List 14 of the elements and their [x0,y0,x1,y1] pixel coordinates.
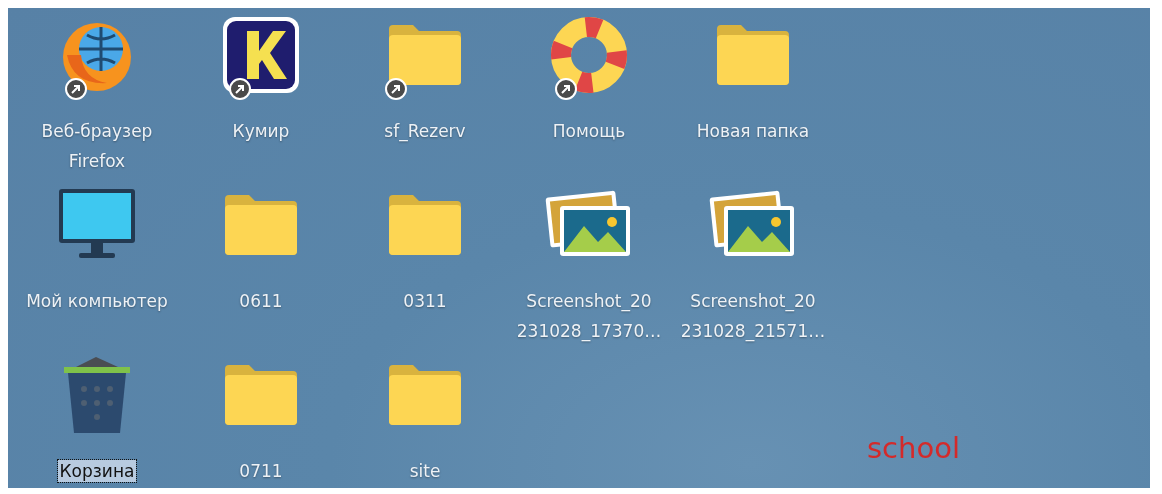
icon-label[interactable]: Веб-браузер Firefox [22,116,172,176]
icon-label[interactable]: Новая папка [678,116,828,146]
icon-label[interactable]: Мой компьютер [22,286,172,316]
icon-label[interactable]: Screenshot_20 231028_21571… [678,286,828,346]
desktop-note: school [867,431,960,465]
icon-label[interactable]: Screenshot_20 231028_17370… [514,286,664,346]
icon-label[interactable]: 0311 [350,286,500,316]
icon-label[interactable]: 0611 [186,286,336,316]
icon-label[interactable]: site [350,456,500,486]
icon-label[interactable]: sf_Rezerv [350,116,500,146]
icon-label[interactable]: Помощь [514,116,664,146]
icon-label[interactable]: Корзина [57,460,137,482]
icon-label[interactable]: Кумир [186,116,336,146]
icon-label[interactable]: 0711 [186,456,336,486]
